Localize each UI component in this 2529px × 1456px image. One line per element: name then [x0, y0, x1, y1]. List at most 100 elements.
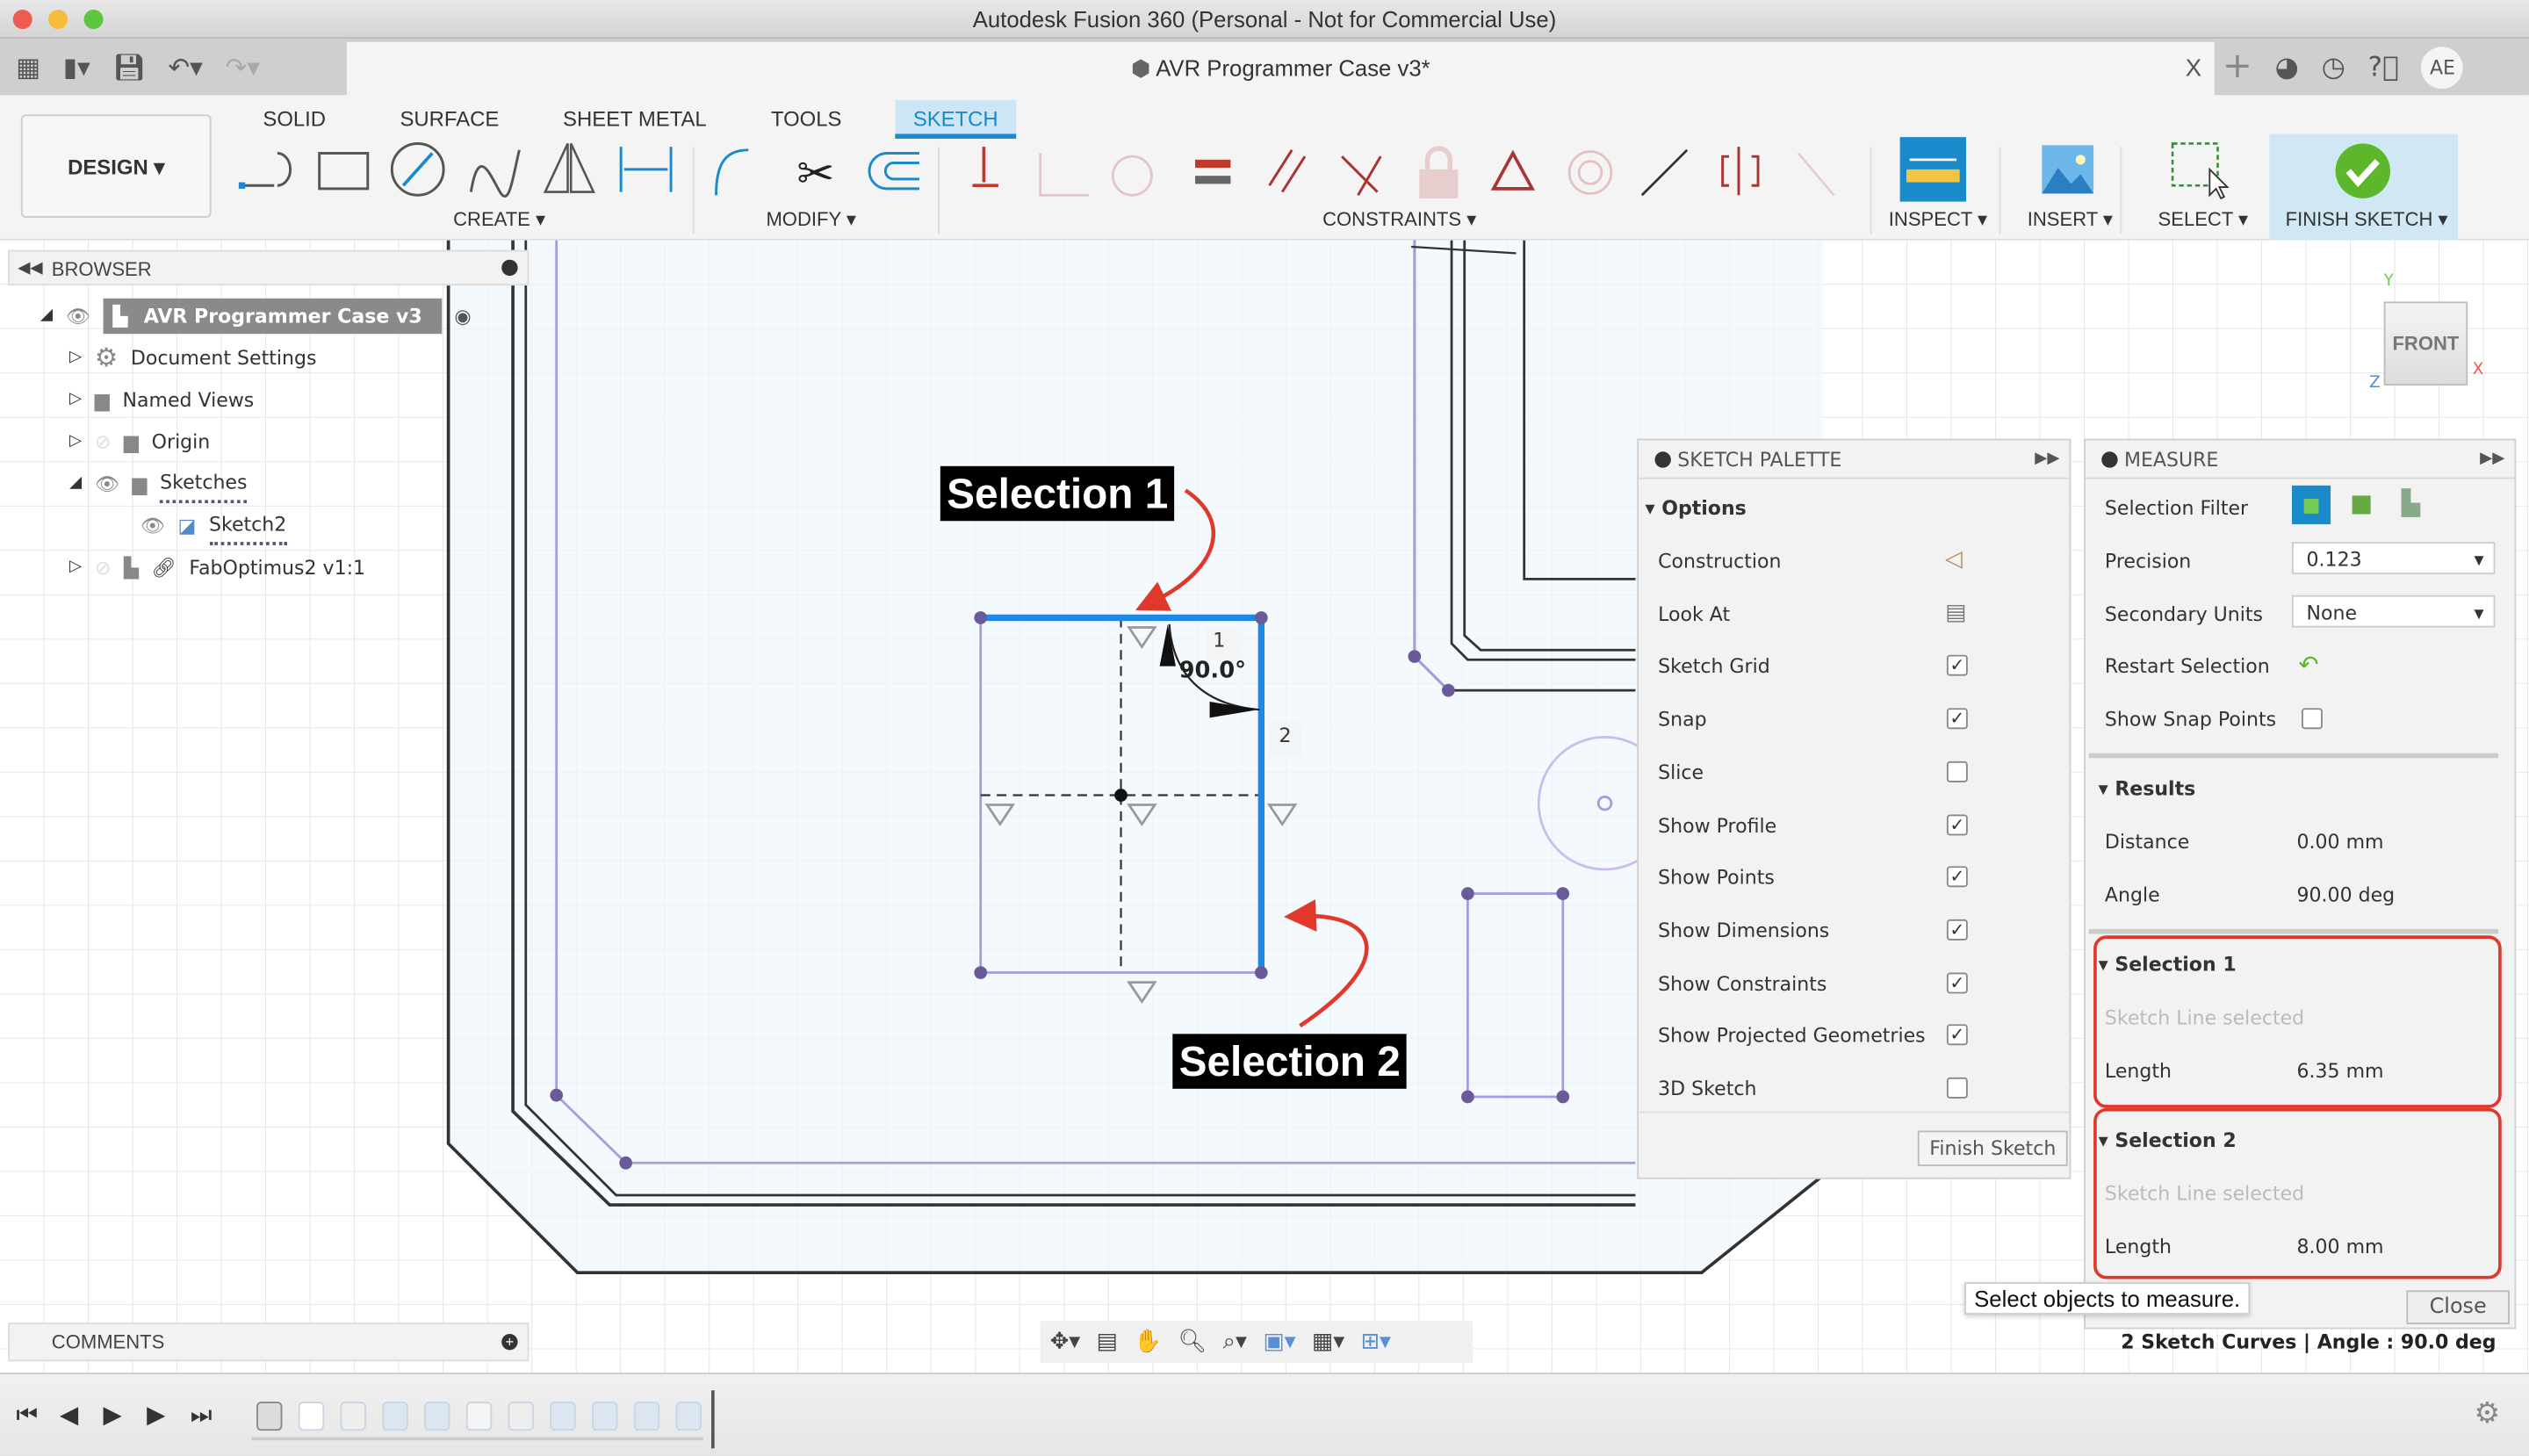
expand-toggle-icon[interactable]: ▷ [69, 382, 82, 417]
pan-hand-icon[interactable]: ✋ [1134, 1329, 1162, 1354]
trim-scissors-icon[interactable]: ✂ [796, 148, 834, 200]
select-menu[interactable]: SELECT ▾ [2158, 208, 2249, 231]
tree-item-named-views[interactable]: ▷ ▆ Named Views [69, 382, 254, 417]
job-status-icon[interactable]: ◕ [2275, 51, 2299, 83]
minimize-window-button[interactable] [48, 10, 68, 30]
timeline-feature[interactable] [424, 1402, 450, 1431]
fillet-tool-icon[interactable] [715, 148, 749, 196]
step-forward-icon[interactable]: ▶ [147, 1400, 165, 1429]
viewports-icon[interactable]: ⊞▾ [1361, 1329, 1391, 1354]
create-menu[interactable]: CREATE ▾ [453, 208, 545, 231]
symmetry-constraint-icon[interactable] [1721, 147, 1760, 196]
expand-toggle-icon[interactable]: ▷ [69, 550, 82, 585]
filter-face-icon[interactable]: ■ [2291, 485, 2331, 524]
go-to-start-icon[interactable]: ⏮ [16, 1400, 38, 1429]
help-icon[interactable]: ?⃝ [2368, 51, 2399, 83]
select-window-icon[interactable] [2171, 142, 2230, 200]
expand-toggle-icon[interactable]: ▷ [69, 341, 82, 376]
expand-panel-icon[interactable]: ▶▶ [2480, 440, 2504, 479]
palette-option-checkbox[interactable]: ✓ [1946, 1024, 1968, 1046]
visibility-eye-icon[interactable]: 👁︎ [95, 466, 119, 501]
rectangle-tool-icon[interactable] [318, 152, 370, 191]
construction-icon[interactable]: ◁ [1945, 547, 1963, 573]
finish-sketch-check-icon[interactable] [2335, 143, 2391, 198]
parallel-constraint-icon[interactable] [1268, 149, 1307, 193]
equal-constraint-icon[interactable] [1195, 159, 1231, 184]
timeline-feature[interactable] [508, 1402, 534, 1431]
timeline-marker[interactable] [710, 1390, 715, 1449]
save-icon[interactable]: 💾︎ [113, 52, 146, 83]
horizontal-vertical-constraint-icon[interactable] [972, 147, 998, 188]
undo-icon[interactable]: ↶▾ [169, 52, 203, 83]
sketch-point[interactable] [550, 1088, 564, 1102]
inspect-menu[interactable]: INSPECT ▾ [1889, 208, 1987, 231]
tree-item-sketches[interactable]: ◢ 👁︎ ▆ Sketches [69, 466, 248, 504]
sketch-point[interactable] [1442, 683, 1455, 697]
timeline-feature[interactable] [675, 1402, 702, 1431]
go-to-end-icon[interactable]: ⏭ [191, 1400, 213, 1429]
finish-sketch-button[interactable]: Finish Sketch [1917, 1130, 2068, 1166]
palette-option-checkbox[interactable]: ✓ [1946, 866, 1968, 888]
visibility-eye-icon[interactable]: 👁︎ [66, 299, 90, 334]
add-comment-icon[interactable]: + [501, 1333, 518, 1351]
palette-pin-icon[interactable] [1654, 451, 1671, 468]
visibility-eye-icon[interactable]: 👁︎ [140, 508, 165, 544]
look-at-icon[interactable]: ▤ [1097, 1329, 1118, 1354]
palette-option-checkbox[interactable]: ✓ [1946, 919, 1968, 941]
tree-item-origin[interactable]: ▷ ⊘ ▆ Origin [69, 424, 210, 459]
offset-tool-icon[interactable] [868, 152, 919, 191]
hidden-eye-icon[interactable]: ⊘ [95, 550, 111, 585]
timeline-feature[interactable] [550, 1402, 576, 1431]
palette-option-checkbox[interactable] [1946, 1077, 1968, 1099]
filter-component-icon[interactable]: ▙ [2402, 489, 2420, 518]
expand-toggle-icon[interactable]: ◢ [69, 466, 82, 501]
history-clock-icon[interactable]: ◷ [2322, 51, 2345, 83]
palette-option-checkbox[interactable] [1946, 760, 1968, 782]
palette-option-checkbox[interactable]: ✓ [1946, 813, 1968, 835]
fit-icon[interactable]: ⌕▾ [1223, 1329, 1247, 1354]
new-tab-plus-icon[interactable]: + [2223, 47, 2252, 87]
show-snap-points-checkbox[interactable] [2302, 708, 2323, 730]
measure-ruler-icon[interactable] [1899, 137, 1966, 202]
dimension-tool-icon[interactable] [619, 147, 673, 192]
circle-tool-icon[interactable] [390, 141, 445, 197]
redo-icon[interactable]: ↷▾ [226, 52, 260, 83]
measure-pin-icon[interactable] [2101, 451, 2118, 468]
secondary-units-select[interactable]: None [2291, 595, 2496, 629]
selection-2-section[interactable]: ▾ Selection 2 [2099, 1124, 2237, 1157]
close-window-button[interactable] [12, 10, 32, 30]
close-tab-button[interactable]: X [2186, 42, 2201, 96]
selection-1-section[interactable]: ▾ Selection 1 [2099, 948, 2237, 981]
timeline-feature[interactable] [340, 1402, 366, 1431]
palette-option-checkbox[interactable]: ✓ [1946, 971, 1968, 993]
filter-body-icon[interactable]: ■ [2350, 489, 2373, 518]
grid-settings-icon[interactable]: ▦▾ [1312, 1329, 1344, 1354]
user-avatar[interactable]: AE [2421, 46, 2464, 89]
finish-sketch-menu[interactable]: FINISH SKETCH ▾ [2286, 208, 2448, 231]
line-tool-icon[interactable] [238, 152, 292, 189]
fix-lock-icon[interactable] [1419, 146, 1459, 198]
tree-item-document-settings[interactable]: ▷ ⚙ Document Settings [69, 341, 316, 376]
insert-menu[interactable]: INSERT ▾ [2028, 208, 2113, 231]
sketch-point[interactable] [619, 1156, 632, 1170]
insert-image-icon[interactable] [2042, 145, 2094, 194]
play-icon[interactable]: ▶ [104, 1400, 122, 1429]
apps-grid-icon[interactable]: ▦ [16, 52, 40, 83]
look-at-icon[interactable]: ▤ [1945, 600, 1966, 625]
maximize-window-button[interactable] [83, 10, 104, 30]
zoom-icon[interactable]: 🔍︎ [1178, 1329, 1207, 1354]
file-menu-icon[interactable]: ▮▾ [63, 52, 90, 83]
constraints-menu[interactable]: CONSTRAINTS ▾ [1322, 208, 1476, 231]
timeline-feature[interactable] [633, 1402, 660, 1431]
collinear-constraint-icon[interactable] [1640, 148, 1689, 197]
collapse-browser-icon[interactable]: ◀◀ [18, 252, 42, 287]
display-settings-icon[interactable]: ▣▾ [1263, 1329, 1295, 1354]
spline-tool-icon[interactable] [469, 149, 521, 198]
curvature-constraint-icon[interactable] [1797, 152, 1835, 197]
close-button[interactable]: Close [2406, 1290, 2510, 1324]
timeline-feature[interactable] [592, 1402, 618, 1431]
settings-gear-icon[interactable]: ⚙ [2475, 1397, 2501, 1431]
timeline-feature[interactable] [465, 1402, 493, 1431]
view-cube[interactable]: FRONT [2383, 301, 2468, 386]
palette-option-checkbox[interactable]: ✓ [1946, 655, 1968, 677]
